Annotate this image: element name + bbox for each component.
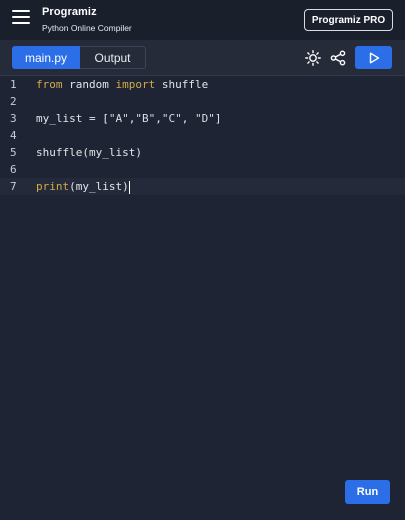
code-line-active: 7 print(my_list)	[0, 178, 405, 195]
text-cursor	[128, 180, 130, 194]
line-number: 4	[10, 129, 17, 142]
code-line: 6	[0, 161, 405, 178]
brand: Programiz Python Online Compiler	[42, 6, 132, 33]
play-icon	[369, 52, 379, 63]
editor-toolbar: main.py Output	[0, 40, 405, 76]
line-number: 2	[10, 95, 17, 108]
tab-output[interactable]: Output	[80, 46, 146, 69]
line-number: 6	[10, 163, 17, 176]
tab-main-py[interactable]: main.py	[12, 46, 80, 69]
programiz-pro-button[interactable]: Programiz PRO	[304, 9, 393, 31]
code-line: 5 shuffle(my_list)	[0, 144, 405, 161]
page-subtitle: Python Online Compiler	[42, 23, 132, 33]
line-number: 3	[10, 112, 17, 125]
code-line: 1 from random import shuffle	[0, 76, 405, 93]
code-text[interactable]: shuffle(my_list)	[36, 144, 142, 161]
top-header: Programiz Python Online Compiler Program…	[0, 0, 405, 40]
programiz-logo[interactable]: Programiz	[42, 6, 132, 18]
line-number: 1	[10, 78, 17, 91]
run-button[interactable]: Run	[345, 480, 390, 504]
code-line: 4	[0, 127, 405, 144]
line-number: 7	[10, 180, 17, 193]
sun-icon[interactable]	[305, 50, 321, 66]
menu-icon[interactable]	[12, 10, 30, 26]
code-line: 2	[0, 93, 405, 110]
code-text[interactable]: my_list = ["A","B","C", "D"]	[36, 110, 221, 127]
code-line: 3 my_list = ["A","B","C", "D"]	[0, 110, 405, 127]
code-editor[interactable]: 1 from random import shuffle 2 3 my_list…	[0, 76, 405, 520]
code-text[interactable]: print(my_list)	[36, 178, 130, 195]
line-number: 5	[10, 146, 17, 159]
share-icon[interactable]	[330, 50, 346, 66]
run-code-button[interactable]	[355, 46, 392, 69]
code-text[interactable]: from random import shuffle	[36, 76, 208, 93]
